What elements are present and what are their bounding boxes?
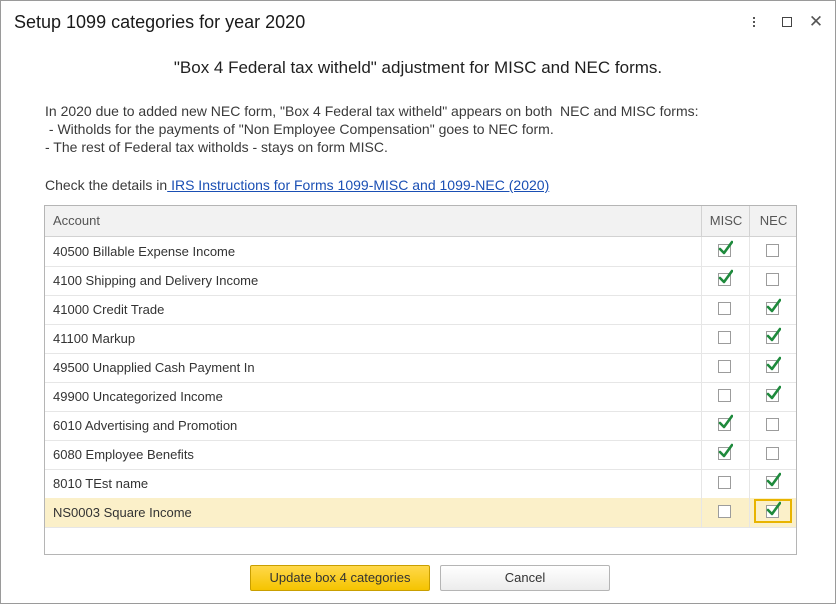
misc-checkbox[interactable] — [718, 240, 733, 257]
form-heading: "Box 4 Federal tax witheld" adjustment f… — [173, 58, 663, 77]
account-name: 6010 Advertising and Promotion — [53, 418, 238, 433]
nec-checkbox[interactable] — [766, 385, 781, 402]
table-row[interactable]: 41100 Markup — [45, 324, 796, 354]
misc-checkbox[interactable] — [718, 505, 731, 518]
account-name: NS0003 Square Income — [53, 505, 192, 520]
checkmark-icon — [766, 298, 781, 313]
account-name: 41100 Markup — [53, 331, 136, 346]
table-row[interactable]: NS0003 Square Income — [45, 498, 796, 528]
table-row[interactable]: 41000 Credit Trade — [45, 295, 796, 325]
nec-checkbox[interactable] — [766, 244, 779, 257]
account-name: 49900 Uncategorized Income — [53, 389, 223, 404]
table-row[interactable]: 8010 TEst name — [45, 469, 796, 499]
maximize-icon[interactable] — [776, 11, 798, 33]
window-title: Setup 1099 categories for year 2020 — [14, 12, 306, 32]
checkmark-icon — [766, 472, 781, 487]
nec-checkbox[interactable] — [766, 472, 781, 489]
checkmark-icon — [766, 385, 781, 400]
nec-cell — [749, 382, 797, 411]
table-header: Account MISC NEC — [45, 206, 796, 237]
nec-checkbox[interactable] — [766, 356, 781, 373]
misc-checkbox[interactable] — [718, 360, 731, 373]
nec-cell — [749, 498, 797, 527]
irs-instructions-link[interactable]: IRS Instructions for Forms 1099-MISC and… — [167, 177, 549, 193]
checkmark-icon — [718, 240, 733, 255]
misc-cell — [701, 382, 750, 411]
account-name: 4100 Shipping and Delivery Income — [53, 273, 259, 288]
checkmark-icon — [718, 414, 733, 429]
misc-cell — [701, 411, 750, 440]
column-header-nec[interactable]: NEC — [749, 206, 797, 236]
misc-cell — [701, 266, 750, 295]
description-line: - Witholds for the payments of "Non Empl… — [45, 121, 554, 137]
misc-cell — [701, 237, 750, 266]
nec-checkbox[interactable] — [766, 418, 779, 431]
description-line: - The rest of Federal tax witholds - sta… — [45, 139, 388, 155]
details-prefix: Check the details in — [45, 177, 168, 193]
account-name: 49500 Unapplied Cash Payment In — [53, 360, 255, 375]
nec-cell — [749, 324, 797, 353]
nec-cell — [749, 237, 797, 266]
table-row[interactable]: 6010 Advertising and Promotion — [45, 411, 796, 441]
checkmark-icon — [766, 356, 781, 371]
column-header-misc[interactable]: MISC — [701, 206, 750, 236]
misc-checkbox[interactable] — [718, 389, 731, 402]
table-row[interactable]: 49900 Uncategorized Income — [45, 382, 796, 412]
misc-checkbox[interactable] — [718, 269, 733, 286]
nec-cell — [749, 440, 797, 469]
account-name: 6080 Employee Benefits — [53, 447, 194, 462]
misc-checkbox[interactable] — [718, 476, 731, 489]
cancel-button[interactable]: Cancel — [440, 565, 610, 591]
misc-cell — [701, 498, 750, 527]
misc-checkbox[interactable] — [718, 331, 731, 344]
misc-cell — [701, 440, 750, 469]
checkmark-icon — [718, 443, 733, 458]
nec-cell — [749, 266, 797, 295]
misc-cell — [701, 469, 750, 498]
account-name: 8010 TEst name — [53, 476, 149, 491]
table-row[interactable]: 40500 Billable Expense Income — [45, 237, 796, 267]
misc-cell — [701, 324, 750, 353]
table-row[interactable]: 4100 Shipping and Delivery Income — [45, 266, 796, 296]
dialog-window: Setup 1099 categories for year 2020 ✕ "B… — [0, 0, 836, 604]
nec-cell — [749, 469, 797, 498]
table-row[interactable]: 49500 Unapplied Cash Payment In — [45, 353, 796, 383]
nec-cell — [749, 295, 797, 324]
accounts-table: Account MISC NEC 40500 Billable Expense … — [44, 205, 797, 555]
nec-cell — [749, 353, 797, 382]
column-header-account[interactable]: Account — [53, 206, 100, 236]
checkmark-icon — [718, 269, 733, 284]
misc-checkbox[interactable] — [718, 443, 733, 460]
misc-checkbox[interactable] — [718, 302, 731, 315]
nec-cell — [749, 411, 797, 440]
close-icon[interactable]: ✕ — [805, 11, 827, 33]
account-name: 40500 Billable Expense Income — [53, 244, 236, 259]
misc-cell — [701, 353, 750, 382]
nec-checkbox[interactable] — [766, 447, 779, 460]
description: In 2020 due to added new NEC form, "Box … — [45, 102, 699, 156]
checkmark-icon — [766, 501, 781, 516]
update-box4-button[interactable]: Update box 4 categories — [250, 565, 430, 591]
nec-checkbox[interactable] — [766, 273, 779, 286]
account-name: 41000 Credit Trade — [53, 302, 165, 317]
description-line: In 2020 due to added new NEC form, "Box … — [45, 103, 699, 119]
more-options-icon[interactable] — [743, 11, 765, 33]
misc-cell — [701, 295, 750, 324]
table-row[interactable]: 6080 Employee Benefits — [45, 440, 796, 470]
checkmark-icon — [766, 327, 781, 342]
details-line: Check the details in IRS Instructions fo… — [45, 177, 549, 193]
nec-checkbox[interactable] — [766, 298, 781, 315]
nec-checkbox[interactable] — [766, 501, 781, 518]
title-bar[interactable]: Setup 1099 categories for year 2020 ✕ — [1, 1, 835, 43]
nec-checkbox[interactable] — [766, 327, 781, 344]
misc-checkbox[interactable] — [718, 414, 733, 431]
